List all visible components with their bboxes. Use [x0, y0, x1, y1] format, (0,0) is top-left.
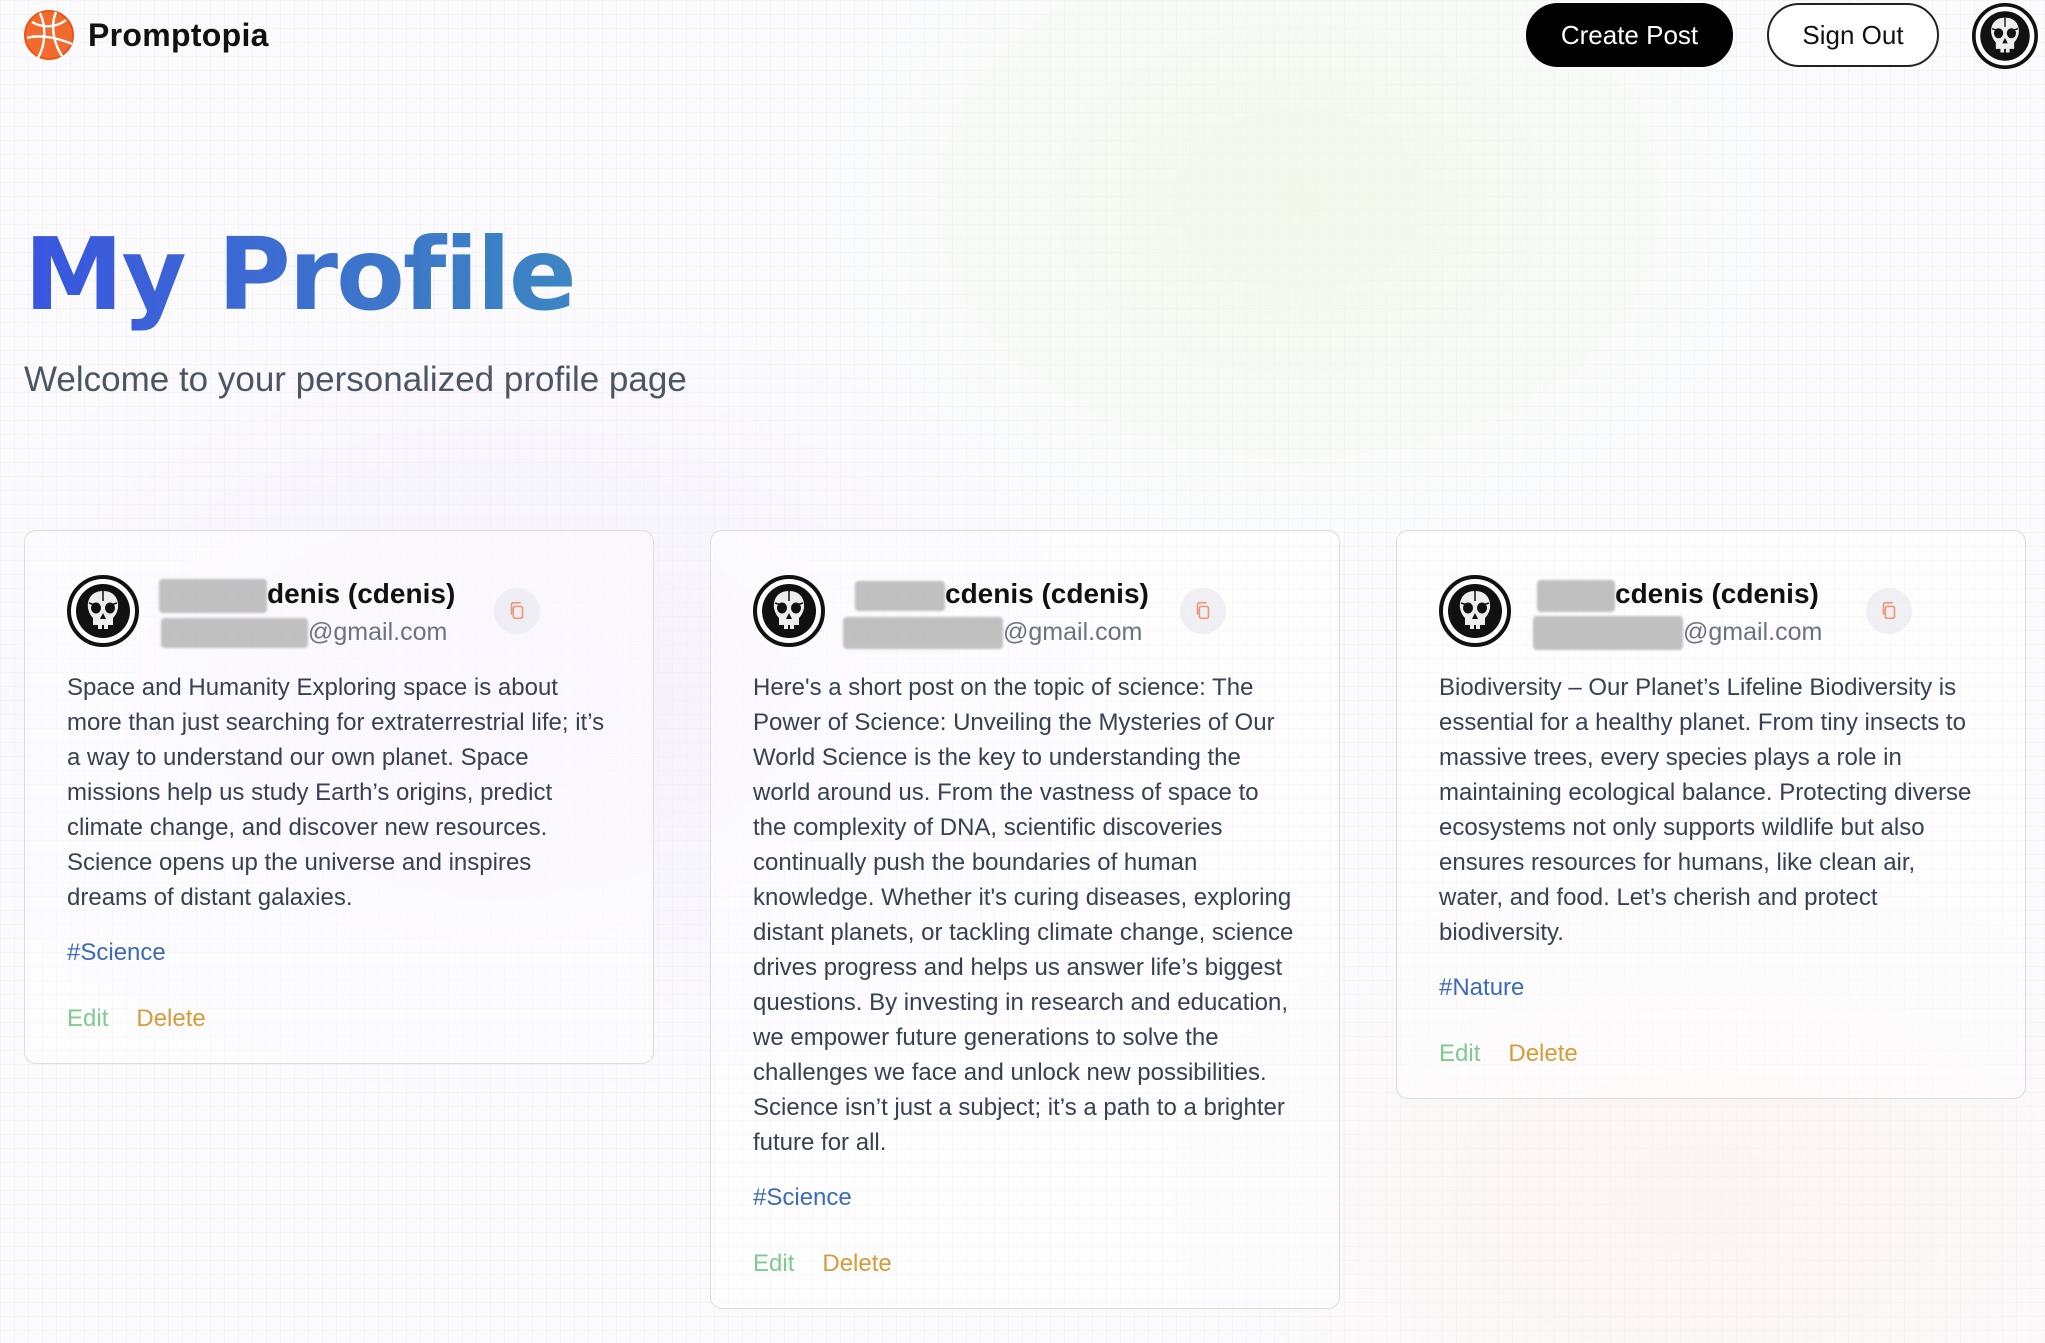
redacted-block [855, 580, 945, 611]
prompt-card: cdenis (cdenis) @gmail.com Biodiversity … [1396, 530, 2026, 1099]
delete-button[interactable]: Delete [1508, 1040, 1577, 1068]
author-info[interactable]: cdenis (cdenis) @gmail.com [1529, 575, 1822, 651]
copy-button[interactable] [1866, 588, 1912, 634]
brand-link[interactable]: Promptopia [22, 8, 269, 62]
page-subtitle: Welcome to your personalized profile pag… [24, 360, 687, 399]
edit-button[interactable]: Edit [1439, 1040, 1480, 1068]
edit-button[interactable]: Edit [67, 1005, 108, 1033]
redacted-block [843, 617, 1003, 650]
post-tag[interactable]: #Science [753, 1184, 1297, 1212]
delete-button[interactable]: Delete [822, 1250, 891, 1278]
create-post-button[interactable]: Create Post [1526, 3, 1733, 67]
profile-avatar-icon[interactable] [1972, 3, 2038, 69]
post-actions: Edit Delete [1439, 1040, 1983, 1068]
author-name: denis (cdenis) [267, 578, 456, 609]
author-info[interactable]: cdenis (cdenis) @gmail.com [843, 575, 1149, 651]
post-tag[interactable]: #Science [67, 939, 611, 967]
post-text: Space and Humanity Exploring space is ab… [67, 674, 605, 911]
user-avatar-icon[interactable] [67, 575, 139, 647]
sign-out-button[interactable]: Sign Out [1767, 3, 1939, 67]
edit-button[interactable]: Edit [753, 1250, 794, 1278]
author-name: cdenis (cdenis) [945, 578, 1149, 609]
post-text: Here's a short post on the topic of scie… [753, 674, 1294, 1156]
redacted-block [1537, 579, 1615, 612]
copy-icon [1192, 600, 1214, 622]
author-name: cdenis (cdenis) [1615, 578, 1819, 609]
top-nav: Promptopia Create Post Sign Out [0, 0, 2045, 80]
brand-name: Promptopia [88, 16, 269, 53]
post-actions: Edit Delete [753, 1250, 1297, 1278]
user-avatar-icon[interactable] [753, 575, 825, 647]
copy-button[interactable] [494, 588, 540, 634]
copy-icon [1878, 600, 1900, 622]
author-email: @gmail.com [308, 618, 448, 646]
globe-logo-icon [24, 10, 74, 60]
redacted-block [1533, 616, 1683, 651]
user-avatar-icon[interactable] [1439, 575, 1511, 647]
author-email: @gmail.com [1683, 618, 1823, 646]
author-email: @gmail.com [1003, 618, 1143, 646]
post-tag[interactable]: #Nature [1439, 974, 1983, 1002]
copy-button[interactable] [1180, 588, 1226, 634]
prompt-card: denis (cdenis) @gmail.com Space and Huma… [24, 530, 654, 1064]
post-actions: Edit Delete [67, 1005, 611, 1033]
prompt-card: cdenis (cdenis) @gmail.com Here's a shor… [710, 530, 1340, 1309]
redacted-block [159, 578, 267, 613]
page-title: My Profile [24, 210, 577, 340]
author-info[interactable]: denis (cdenis) @gmail.com [157, 575, 455, 651]
post-text: Biodiversity – Our Planet’s Lifeline Bio… [1439, 674, 1972, 946]
redacted-block [161, 618, 308, 649]
delete-button[interactable]: Delete [136, 1005, 205, 1033]
copy-icon [506, 600, 528, 622]
